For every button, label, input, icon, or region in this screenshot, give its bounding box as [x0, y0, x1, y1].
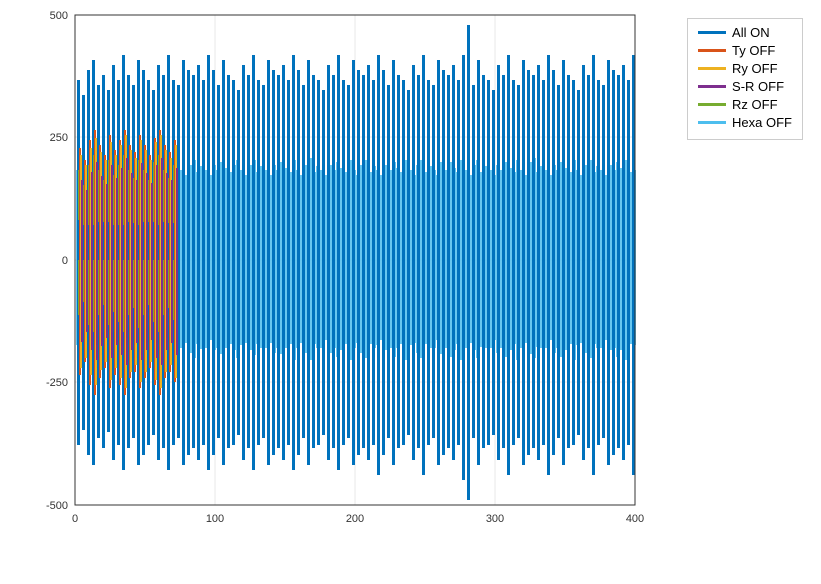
legend-color-sr-off [698, 85, 726, 88]
svg-text:250: 250 [50, 132, 68, 144]
legend-color-all-on [698, 31, 726, 34]
svg-text:0: 0 [62, 255, 68, 267]
svg-text:500: 500 [50, 10, 68, 22]
legend-label-hexa-off: Hexa OFF [732, 115, 792, 130]
legend-color-hexa-off [698, 121, 726, 124]
legend-item-ty-off: Ty OFF [698, 43, 792, 58]
svg-text:0: 0 [72, 513, 78, 525]
legend-label-ty-off: Ty OFF [732, 43, 775, 58]
legend-color-ry-off [698, 67, 726, 70]
chart-legend: All ON Ty OFF Ry OFF S-R OFF Rz OFF Hexa… [687, 18, 803, 140]
svg-text:100: 100 [206, 513, 224, 525]
legend-item-rz-off: Rz OFF [698, 97, 792, 112]
legend-color-rz-off [698, 103, 726, 106]
svg-text:-500: -500 [46, 500, 68, 512]
legend-label-rz-off: Rz OFF [732, 97, 778, 112]
svg-text:200: 200 [346, 513, 364, 525]
legend-item-ry-off: Ry OFF [698, 61, 792, 76]
legend-label-sr-off: S-R OFF [732, 79, 784, 94]
legend-label-all-on: All ON [732, 25, 770, 40]
legend-item-hexa-off: Hexa OFF [698, 115, 792, 130]
legend-item-sr-off: S-R OFF [698, 79, 792, 94]
svg-text:-250: -250 [46, 377, 68, 389]
svg-text:300: 300 [486, 513, 504, 525]
legend-item-all-on: All ON [698, 25, 792, 40]
svg-text:400: 400 [626, 513, 644, 525]
chart-container: 500 250 0 -250 -500 0 100 200 300 400 [0, 0, 821, 584]
legend-label-ry-off: Ry OFF [732, 61, 778, 76]
legend-color-ty-off [698, 49, 726, 52]
